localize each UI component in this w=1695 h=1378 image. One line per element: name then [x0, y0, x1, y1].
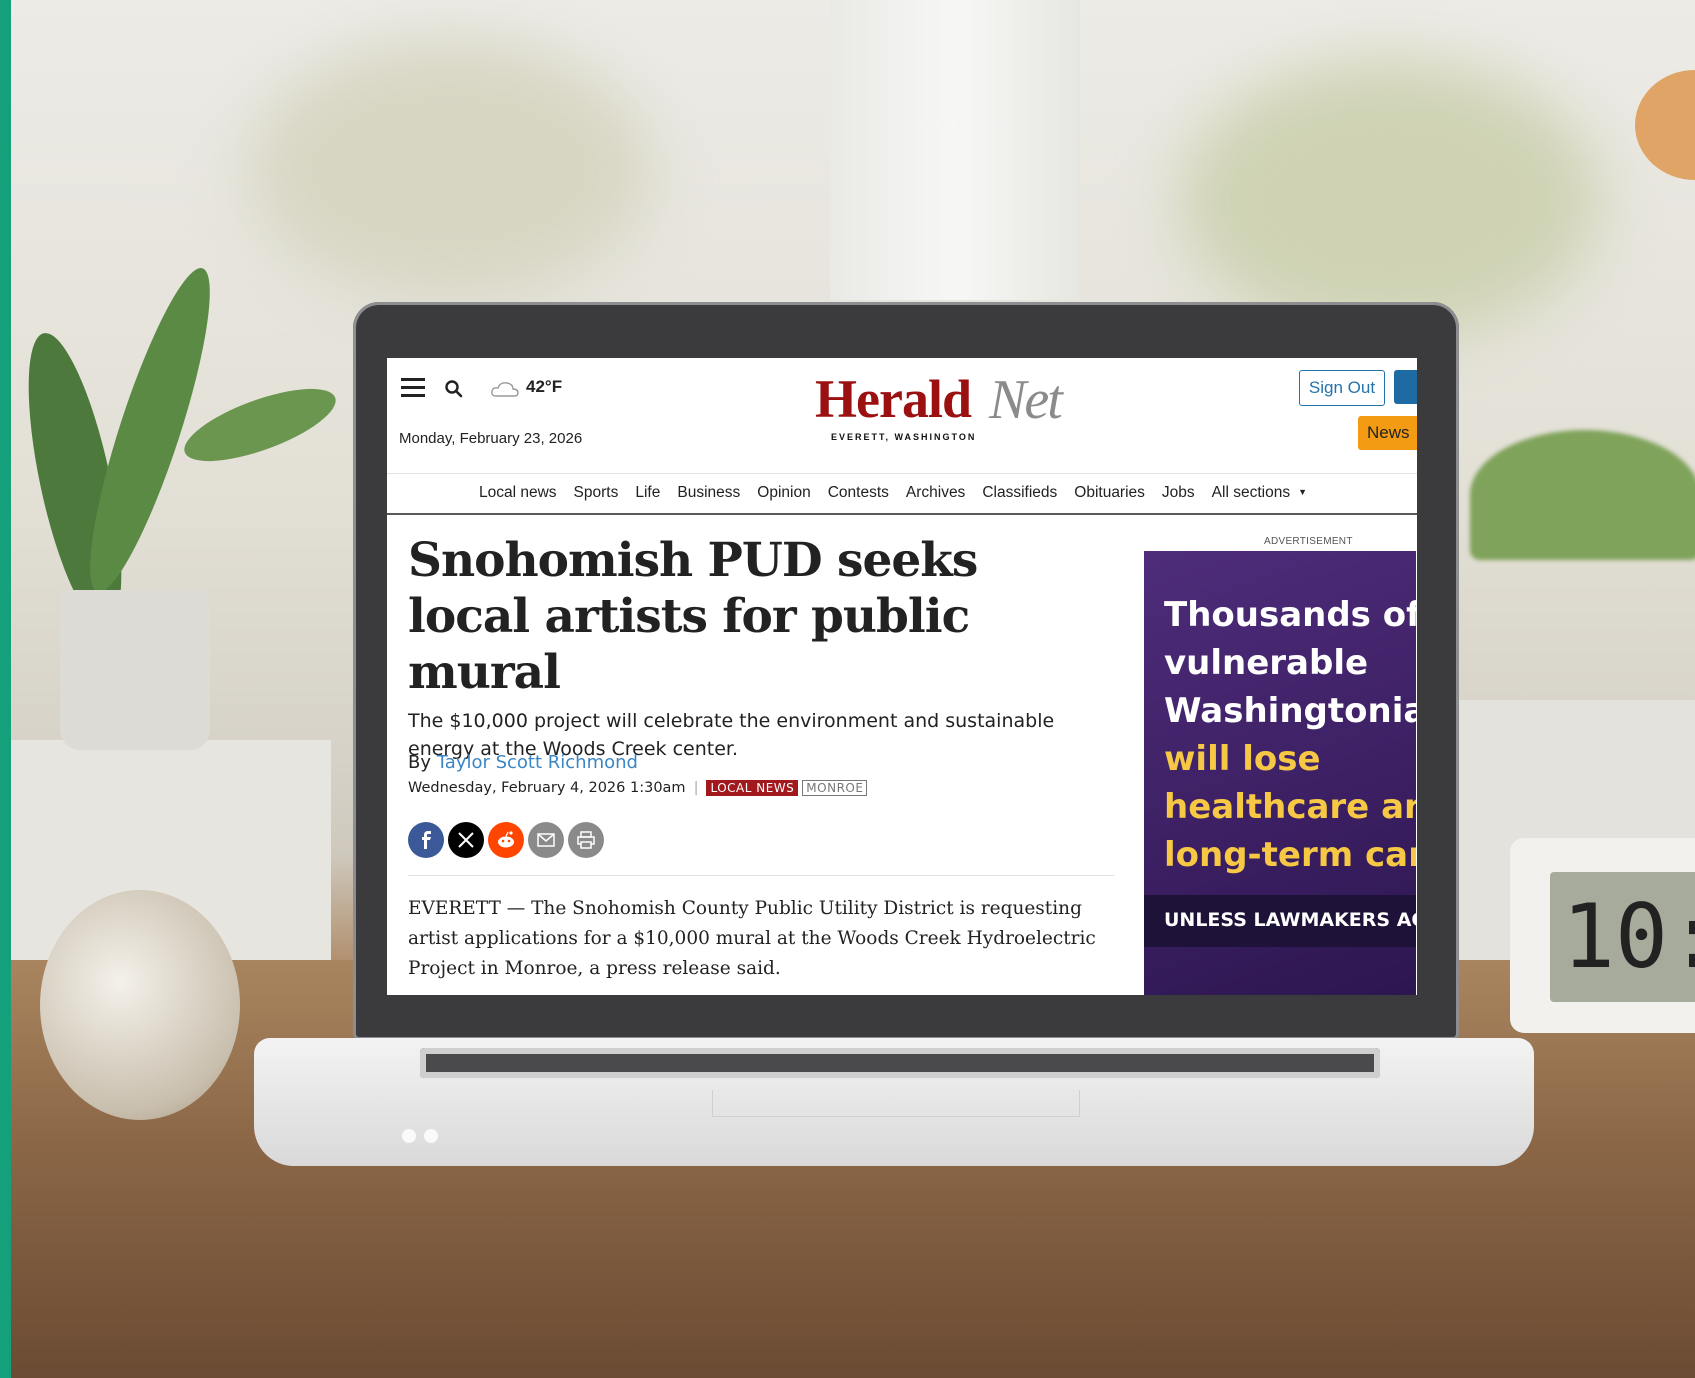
status-led — [402, 1129, 416, 1143]
succulent-plant — [1470, 430, 1695, 560]
clock-display: 10: — [1550, 872, 1695, 1002]
reddit-icon — [498, 831, 514, 848]
nav-item-local-news[interactable]: Local news — [479, 484, 557, 502]
meta-separator: | — [693, 780, 699, 796]
plant-pot — [60, 590, 210, 750]
article-body: EVERETT — The Snohomish County Public Ut… — [408, 898, 1096, 979]
browser-viewport: 42°F Monday, February 23, 2026 Herald Ne… — [387, 358, 1417, 995]
share-bar — [408, 822, 604, 858]
logo-herald-text: Herald — [815, 369, 972, 429]
author-link[interactable]: Taylor Scott Richmond — [437, 752, 638, 773]
account-button[interactable] — [1394, 370, 1417, 404]
email-share-button[interactable] — [528, 822, 564, 858]
article-meta: Wednesday, February 4, 2026 1:30am | LOC… — [408, 780, 868, 796]
lamp — [1635, 70, 1695, 180]
news-button[interactable]: News — [1358, 416, 1417, 450]
article-header: Snohomish PUD seeks local artists for pu… — [408, 533, 1088, 763]
nav-item-all-sections[interactable]: All sections ▼ — [1212, 484, 1307, 502]
byline-prefix: By — [408, 752, 432, 773]
print-icon — [577, 831, 595, 849]
nav-item-contests[interactable]: Contests — [828, 484, 889, 502]
background-blur — [250, 40, 650, 300]
nav-item-obituaries[interactable]: Obituaries — [1074, 484, 1145, 502]
sign-out-button[interactable]: Sign Out — [1299, 370, 1385, 406]
print-button[interactable] — [568, 822, 604, 858]
x-icon — [458, 832, 474, 848]
cloud-icon — [491, 382, 519, 397]
article-headline: Snohomish PUD seeks local artists for pu… — [408, 533, 978, 700]
nav-item-business[interactable]: Business — [677, 484, 740, 502]
nav-item-archives[interactable]: Archives — [906, 484, 965, 502]
window-frame — [830, 0, 1080, 300]
ad-cta-text: UNLESS LAWMAKERS AC — [1164, 909, 1416, 931]
left-accent-bar — [0, 0, 11, 1378]
byline: By Taylor Scott Richmond — [408, 752, 638, 773]
all-sections-label: All sections — [1211, 484, 1291, 501]
laptop-keyboard — [420, 1048, 1380, 1078]
ad-line: long-term care — [1164, 835, 1416, 875]
plant-leaf — [176, 374, 344, 476]
caret-down-icon: ▼ — [1298, 487, 1307, 497]
facebook-icon — [422, 831, 431, 849]
ad-line: will lose — [1164, 739, 1321, 779]
logo-tagline: EVERETT, WASHINGTON — [831, 432, 977, 442]
headphones — [40, 890, 240, 1120]
background-blur — [1180, 60, 1600, 340]
masthead: 42°F Monday, February 23, 2026 Herald Ne… — [387, 358, 1417, 473]
email-icon — [537, 833, 555, 847]
nav-item-sports[interactable]: Sports — [574, 484, 619, 502]
hamburger-menu-icon[interactable] — [401, 378, 425, 398]
content-divider — [408, 875, 1114, 876]
temperature: 42°F — [526, 377, 563, 396]
tag-monroe[interactable]: MONROE — [802, 780, 868, 796]
nav-item-life[interactable]: Life — [635, 484, 660, 502]
nav-item-opinion[interactable]: Opinion — [757, 484, 810, 502]
reddit-share-button[interactable] — [488, 822, 524, 858]
heraldnet-logo[interactable]: Herald Net EVERETT, WASHINGTON — [815, 368, 1075, 448]
nav-item-classifieds[interactable]: Classifieds — [982, 484, 1057, 502]
nav-item-jobs[interactable]: Jobs — [1162, 484, 1195, 502]
facebook-share-button[interactable] — [408, 822, 444, 858]
advertisement-banner[interactable]: Thousands of vulnerable Washingtoniar wi… — [1144, 551, 1416, 995]
search-icon[interactable] — [445, 380, 463, 398]
tag-local-news[interactable]: LOCAL NEWS — [706, 780, 799, 796]
ad-line: Washingtoniar — [1164, 691, 1416, 731]
section-nav: Local news Sports Life Business Opinion … — [387, 473, 1417, 515]
status-led — [424, 1129, 438, 1143]
x-share-button[interactable] — [448, 822, 484, 858]
ad-line: vulnerable — [1164, 643, 1369, 683]
ad-line: healthcare anc — [1164, 787, 1416, 827]
ad-line: Thousands of — [1164, 595, 1416, 635]
laptop-trackpad — [712, 1090, 1080, 1117]
logo-net-text: Net — [989, 369, 1063, 431]
current-date: Monday, February 23, 2026 — [399, 430, 583, 447]
publish-date: Wednesday, February 4, 2026 1:30am — [408, 780, 686, 796]
ad-headline: Thousands of vulnerable Washingtoniar wi… — [1164, 591, 1416, 879]
advertisement-label: ADVERTISEMENT — [1264, 536, 1353, 547]
